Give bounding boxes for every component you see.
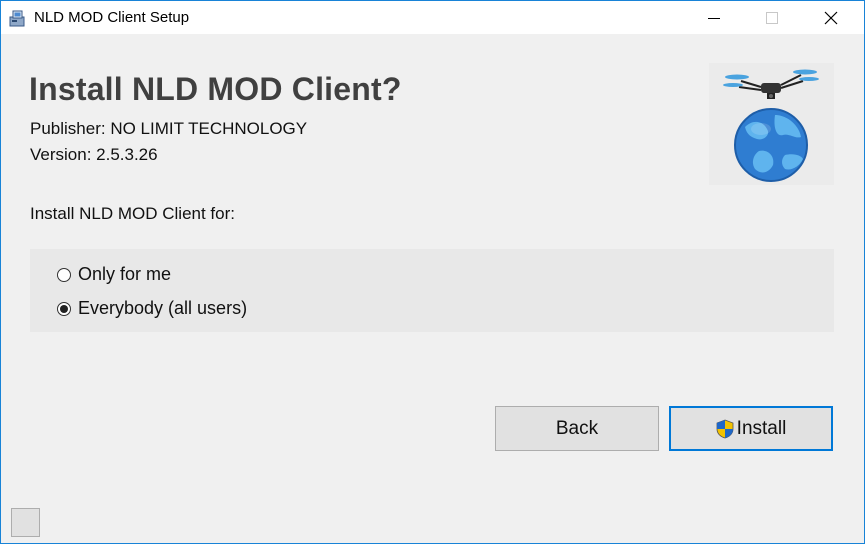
- install-button-label: Install: [736, 417, 787, 439]
- install-button[interactable]: Install: [669, 406, 833, 451]
- radio-button[interactable]: [57, 267, 71, 282]
- radio-label[interactable]: Everybody (all users): [78, 298, 247, 319]
- radio-everybody[interactable]: Everybody (all users): [57, 298, 247, 319]
- uac-shield-icon: [716, 419, 734, 438]
- installer-app-icon: [8, 8, 28, 28]
- maximize-button: [743, 1, 801, 34]
- minimize-button[interactable]: [685, 1, 743, 34]
- back-button[interactable]: Back: [495, 406, 659, 451]
- title-bar[interactable]: NLD MOD Client Setup: [1, 1, 864, 34]
- version-text: Version: 2.5.3.26: [30, 145, 158, 164]
- maximize-icon: [766, 11, 778, 24]
- page-title: Install NLD MOD Client?: [29, 71, 402, 107]
- install-scope-group: Only for me Everybody (all users): [30, 249, 834, 332]
- setup-window: NLD MOD Client Setup Install NLD MOD Cli…: [0, 0, 865, 544]
- install-for-label: Install NLD MOD Client for:: [30, 204, 235, 223]
- window-title: NLD MOD Client Setup: [34, 9, 190, 26]
- drone-globe-logo: [709, 63, 834, 185]
- back-button-label: Back: [555, 417, 599, 439]
- close-button[interactable]: [802, 1, 860, 34]
- status-grip-box: [11, 508, 40, 537]
- radio-button[interactable]: [57, 301, 71, 316]
- radio-label[interactable]: Only for me: [78, 264, 171, 285]
- radio-only-for-me[interactable]: Only for me: [57, 264, 171, 285]
- close-icon: [824, 11, 838, 24]
- publisher-text: Publisher: NO LIMIT TECHNOLOGY: [30, 119, 308, 138]
- radio-selected-dot: [60, 304, 68, 313]
- minimize-icon: [708, 17, 720, 19]
